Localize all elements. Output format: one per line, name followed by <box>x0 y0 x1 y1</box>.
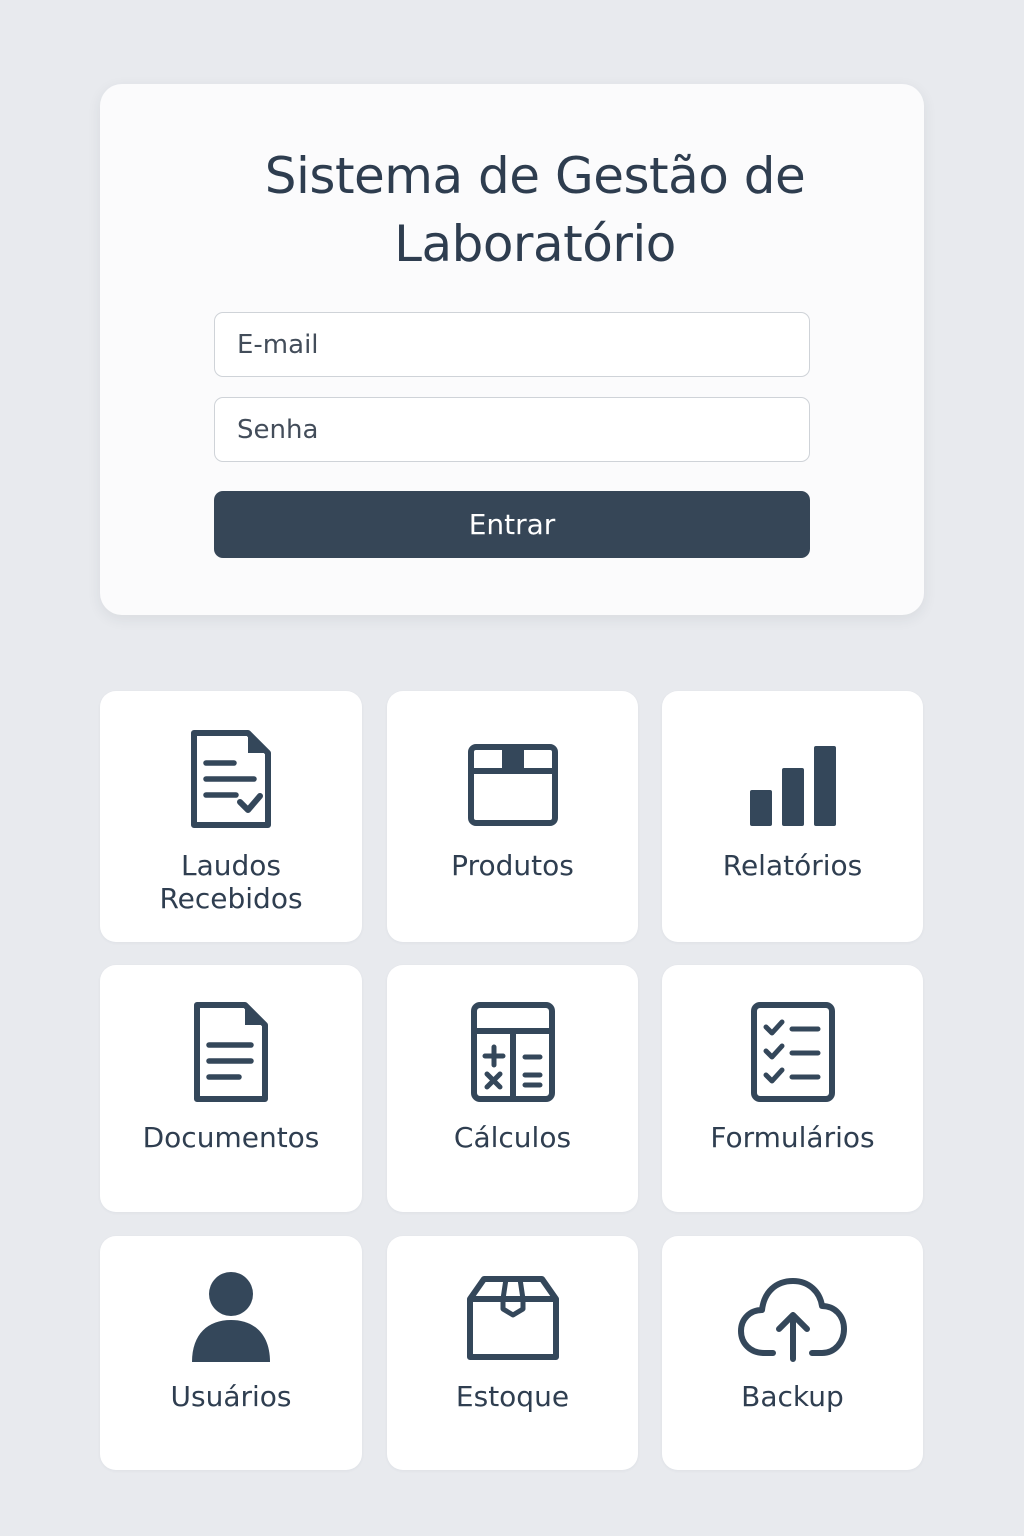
menu-item-label: Documentos <box>142 1121 320 1154</box>
title-line-1: Sistema de Gestão de <box>264 147 806 205</box>
menu-item-calculos[interactable]: Cálculos <box>387 965 638 1212</box>
page-title: Sistema de Gestão de Laboratório <box>100 142 924 278</box>
menu-item-formularios[interactable]: Formulários <box>662 965 923 1212</box>
cloud-upload-icon <box>662 1274 923 1364</box>
menu-item-backup[interactable]: Backup <box>662 1236 923 1470</box>
login-button[interactable]: Entrar <box>214 491 810 558</box>
menu-item-documentos[interactable]: Documentos <box>100 965 362 1212</box>
menu-item-label: Formulários <box>710 1121 875 1154</box>
menu-item-label: Backup <box>741 1380 844 1413</box>
title-line-2: Laboratório <box>394 215 676 273</box>
package-icon <box>387 1275 638 1361</box>
email-field[interactable] <box>214 312 810 377</box>
menu-item-label: Usuários <box>170 1380 292 1413</box>
menu-item-label: Produtos <box>451 849 574 882</box>
menu-item-label: Estoque <box>455 1380 570 1413</box>
user-icon <box>100 1270 362 1364</box>
bar-chart-icon <box>662 744 923 828</box>
checklist-icon <box>662 1001 923 1103</box>
menu-item-estoque[interactable]: Estoque <box>387 1236 638 1470</box>
report-check-icon <box>100 730 362 828</box>
document-icon <box>100 1001 362 1103</box>
menu-item-label: Cálculos <box>453 1121 572 1154</box>
menu-item-label: Laudos Recebidos <box>159 849 303 915</box>
menu-item-usuarios[interactable]: Usuários <box>100 1236 362 1470</box>
calculator-icon <box>387 1001 638 1103</box>
menu-item-label: Relatórios <box>722 849 863 882</box>
menu-item-laudos-recebidos[interactable]: Laudos Recebidos <box>100 691 362 942</box>
menu-item-relatorios[interactable]: Relatórios <box>662 691 923 942</box>
menu-item-produtos[interactable]: Produtos <box>387 691 638 942</box>
password-field[interactable] <box>214 397 810 462</box>
login-card: Sistema de Gestão de Laboratório Entrar <box>100 84 924 615</box>
box-icon <box>387 743 638 827</box>
